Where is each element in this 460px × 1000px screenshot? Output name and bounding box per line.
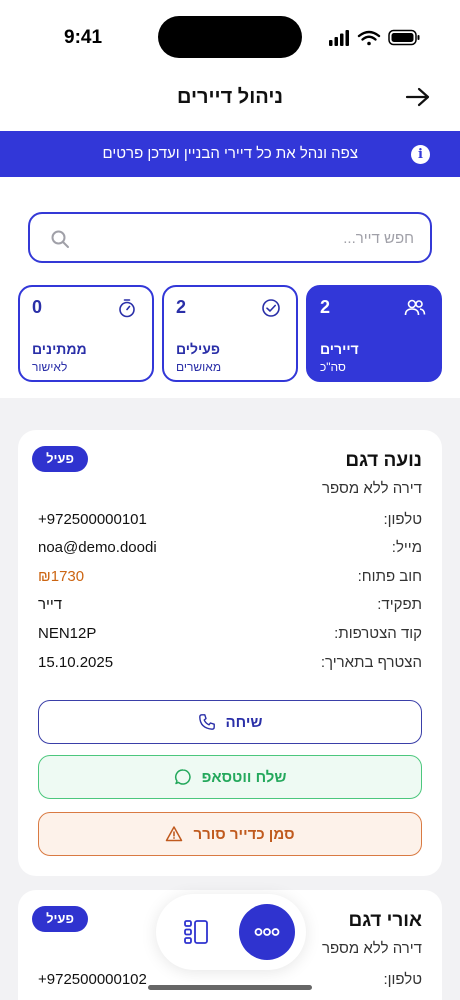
tenant-card[interactable]: פעיל נועה דגם דירה ללא מספר טלפון: +9725… [18, 430, 442, 876]
app-header: ניהול דיירים [0, 78, 460, 132]
search-icon [51, 230, 69, 248]
flag-button-label: סמן כדייר סורר [193, 825, 295, 843]
signal-icon [329, 30, 349, 46]
tenant-name: נועה דגם [345, 450, 422, 471]
battery-icon [388, 29, 420, 46]
field-label: מייל: [391, 539, 422, 556]
layout-panels-icon[interactable] [182, 918, 210, 946]
stat-value: 2 [176, 297, 187, 317]
chat-bubble-icon [174, 769, 191, 785]
field-label: חוב פתוח: [357, 568, 422, 585]
stat-label: דיירים [320, 341, 359, 357]
field-label: הצטרף בתאריך: [320, 654, 422, 671]
field-label: קוד הצטרפות: [334, 625, 422, 642]
field-value: +972500000102 [38, 971, 147, 988]
dynamic-island [158, 16, 302, 58]
phone-icon [198, 714, 215, 730]
field-value: NEN12P [38, 625, 97, 642]
search-input[interactable] [94, 226, 414, 250]
wifi-icon [357, 30, 381, 46]
status-badge: פעיל [32, 446, 88, 472]
stat-sublabel: מאושרים [176, 360, 222, 374]
banner-text: צפה ונהל את כל דיירי הבניין ועדכן פרטים [102, 145, 359, 162]
call-button[interactable]: שיחה [38, 700, 422, 744]
info-banner: צפה ונהל את כל דיירי הבניין ועדכן פרטים [0, 131, 460, 177]
more-options-button[interactable] [239, 904, 295, 960]
field-label: תפקיד: [377, 596, 422, 613]
field-value: ₪1730 [38, 568, 85, 585]
field-role: תפקיד: דייר [38, 596, 422, 616]
check-circle-icon [262, 299, 280, 317]
field-phone: טלפון: +972500000101 [38, 511, 422, 531]
field-email: מייל: noa@demo.doodi [38, 539, 422, 559]
search-box [28, 212, 432, 263]
field-label: טלפון: [383, 971, 422, 988]
stat-sublabel: סה"כ [320, 360, 346, 374]
stat-card-total-tenants[interactable]: 2 דיירים סה"כ [306, 285, 442, 382]
home-indicator [148, 985, 312, 990]
flag-troublesome-button[interactable]: סמן כדייר סורר [38, 812, 422, 856]
tenant-apartment: דירה ללא מספר [322, 480, 422, 497]
call-button-label: שיחה [225, 713, 263, 731]
field-join-date: הצטרף בתאריך: 15.10.2025 [38, 654, 422, 674]
stat-card-active[interactable]: 2 פעילים מאושרים [162, 285, 298, 382]
field-join-code: קוד הצטרפות: NEN12P [38, 625, 422, 645]
field-label: טלפון: [383, 511, 422, 528]
status-badge: פעיל [32, 906, 88, 932]
info-icon: i [411, 145, 430, 164]
field-open-debt: חוב פתוח: ₪1730 [38, 568, 422, 588]
field-value: דייר [38, 596, 63, 613]
status-time: 9:41 [64, 27, 103, 48]
field-value: noa@demo.doodi [38, 539, 157, 556]
stat-value: 0 [32, 297, 43, 317]
back-arrow-icon[interactable] [404, 86, 432, 108]
tenant-name: אורי דגם [348, 910, 422, 931]
status-icons [329, 29, 420, 46]
stat-value: 2 [320, 297, 331, 317]
stat-label: ממתינים [32, 341, 87, 357]
field-value: +972500000101 [38, 511, 147, 528]
page-title: ניהול דיירים [176, 86, 284, 108]
stat-sublabel: לאישור [32, 360, 68, 374]
field-value: 15.10.2025 [38, 654, 114, 671]
floating-action-bar [156, 894, 306, 970]
stat-card-pending[interactable]: 0 ממתינים לאישור [18, 285, 154, 382]
users-icon [404, 299, 426, 316]
timer-icon [119, 299, 135, 318]
whatsapp-button[interactable]: שלח ווטסאפ [38, 755, 422, 799]
status-bar: 9:41 [0, 0, 460, 78]
tenant-apartment: דירה ללא מספר [322, 940, 422, 957]
ellipsis-icon [254, 928, 280, 936]
stat-label: פעילים [176, 341, 221, 357]
whatsapp-button-label: שלח ווטסאפ [201, 768, 287, 786]
warning-icon [166, 826, 183, 842]
